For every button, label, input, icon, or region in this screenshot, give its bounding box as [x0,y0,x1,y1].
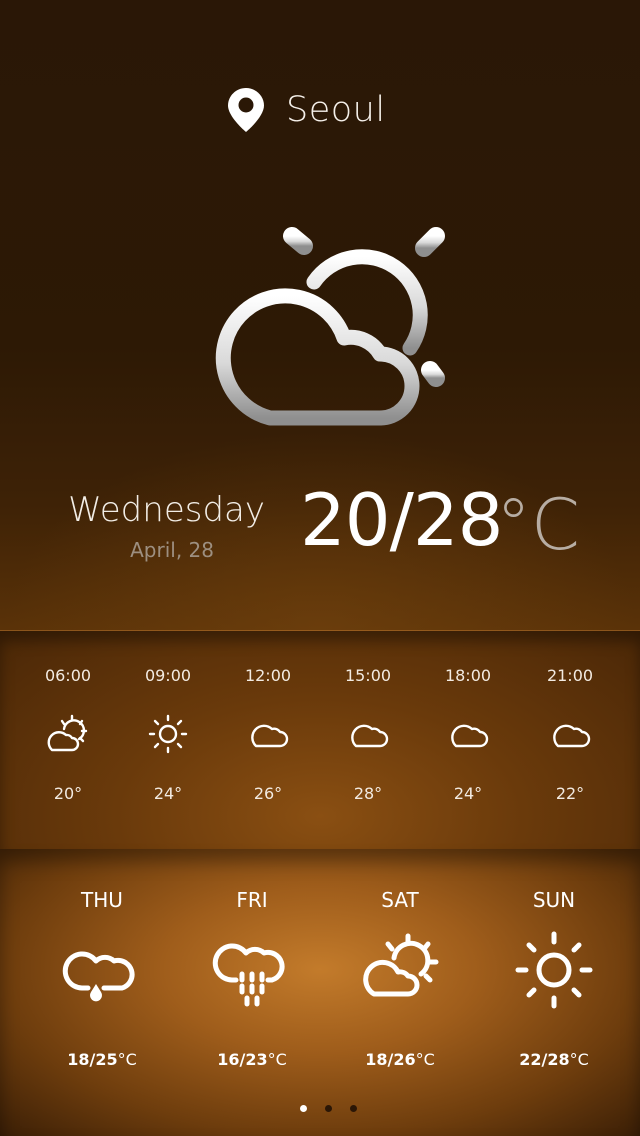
partly-cloudy-icon [215,201,477,426]
hour-time: 12:00 [244,666,292,685]
day-temp: 16/23°C [217,1050,287,1069]
hour-temp: 28° [353,784,383,803]
hour-time: 18:00 [444,666,492,685]
cloud-icon [451,724,489,748]
current-date: April, 28 [130,538,214,562]
day-temp: 18/25°C [67,1050,137,1069]
cloud-icon [351,724,389,748]
drizzle-icon [62,951,135,1002]
partly-cloudy-icon [47,714,88,752]
page-dot-active[interactable] [300,1104,307,1112]
hourly-item[interactable]: 12:00 26° [218,666,318,803]
current-temperature: 20/28 [300,478,503,562]
hour-time: 09:00 [144,666,192,685]
location-header[interactable]: Seoul [226,86,386,134]
daily-item[interactable]: SUN 22/28°C [484,886,624,1069]
sun-icon [148,714,188,754]
cloud-icon [553,724,591,748]
hour-temp: 24° [453,784,483,803]
day-label: SUN [532,888,576,912]
page-indicator[interactable] [300,1102,357,1114]
daily-item[interactable]: SAT 18/26°C [330,886,470,1069]
rain-icon [212,943,285,1007]
hourly-item[interactable]: 06:00 20° [18,666,118,803]
hour-temp: 22° [555,784,585,803]
city-name: Seoul [286,90,386,130]
temperature-unit: °C [496,484,580,566]
map-pin-icon [228,88,264,132]
hour-time: 15:00 [344,666,392,685]
daily-item[interactable]: FRI 16/23°C [182,886,322,1069]
day-label: FRI [236,888,268,912]
partly-cloudy-icon [363,933,439,997]
day-label: THU [81,888,123,912]
hour-time: 21:00 [546,666,594,685]
hourly-item[interactable]: 15:00 28° [318,666,418,803]
hourly-item[interactable]: 18:00 24° [418,666,518,803]
hour-time: 06:00 [44,666,92,685]
hour-temp: 26° [253,784,283,803]
page-dot[interactable] [325,1104,332,1112]
daily-item[interactable]: THU 18/25°C [32,886,172,1069]
hour-temp: 24° [153,784,183,803]
day-label: SAT [381,888,419,912]
hourly-item[interactable]: 09:00 24° [118,666,218,803]
cloud-icon [251,724,289,748]
day-temp: 22/28°C [519,1050,589,1069]
day-temp: 18/26°C [365,1050,435,1069]
hourly-item[interactable]: 21:00 22° [520,666,620,803]
hour-temp: 20° [53,784,83,803]
page-dot[interactable] [350,1104,357,1112]
current-day: Wednesday [68,490,265,530]
sun-icon [515,931,593,1009]
